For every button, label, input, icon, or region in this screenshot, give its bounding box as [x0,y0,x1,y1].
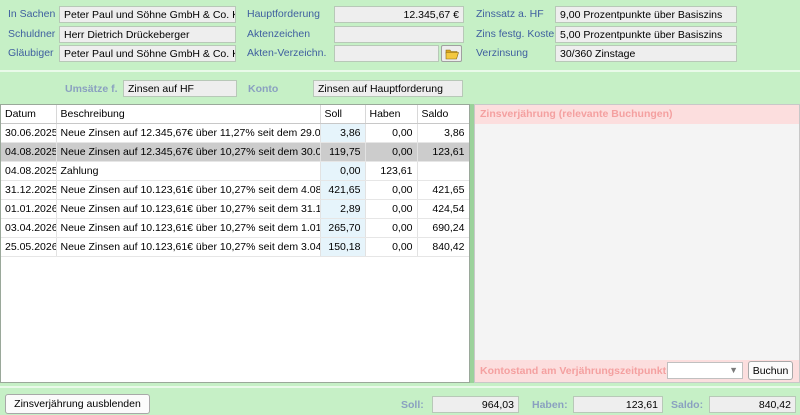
zins-kosten-field[interactable]: 5,00 Prozentpunkte über Basiszins [555,26,737,43]
cell-soll: 0,00 [320,161,366,181]
table-row[interactable]: 03.04.2026 Neue Zinsen auf 10.123,61€ üb… [1,218,469,238]
cell-soll: 119,75 [320,142,366,162]
verjaehrung-footer: Kontostand am Verjährungszeitpunkt: ▼ Bu… [475,360,799,382]
zins-kosten-label: Zins festg. Kosten [476,28,561,40]
umsaetze-field[interactable]: Zinsen auf HF [123,80,237,97]
cell-beschreibung: Neue Zinsen auf 12.345,67€ über 11,27% s… [56,123,321,143]
column-header-saldo[interactable]: Saldo [417,105,469,124]
cell-saldo: 123,61 [417,142,469,162]
in-sachen-field[interactable]: Peter Paul und Söhne GmbH & Co. KG ./. [59,6,236,23]
bookings-table[interactable]: Datum Beschreibung Soll Haben Saldo 30.0… [0,104,470,383]
toggle-verjaehrung-button[interactable]: Zinsverjährung ausblenden [5,394,150,414]
schuldner-label: Schuldner [8,28,56,40]
buchung-button[interactable]: Buchun [748,361,793,380]
soll-total-field: 964,03 [432,396,519,413]
table-row[interactable]: 01.01.2026 Neue Zinsen auf 10.123,61€ üb… [1,199,469,219]
cell-beschreibung: Zahlung [56,161,321,181]
verzinsung-label: Verzinsung [476,47,528,59]
cell-saldo: 840,42 [417,237,469,257]
table-row[interactable]: 25.05.2026 Neue Zinsen auf 10.123,61€ üb… [1,237,469,257]
cell-beschreibung: Neue Zinsen auf 10.123,61€ über 10,27% s… [56,218,321,238]
cell-haben: 0,00 [365,237,418,257]
cell-haben: 0,00 [365,199,418,219]
hauptforderung-field[interactable]: 12.345,67 € [334,6,464,23]
cell-haben: 0,00 [365,142,418,162]
in-sachen-label: In Sachen [8,8,56,20]
column-header-haben[interactable]: Haben [365,105,418,124]
cell-datum: 31.12.2025 [1,180,57,200]
konto-label: Konto [248,83,279,95]
glaeubiger-label: Gläubiger [8,47,54,59]
haben-total-field: 123,61 [573,396,663,413]
cell-soll: 3,86 [320,123,366,143]
cell-haben: 0,00 [365,123,418,143]
cell-datum: 04.08.2025 [1,161,57,181]
aktenzeichen-field[interactable] [334,26,464,43]
cell-soll: 421,65 [320,180,366,200]
table-row[interactable]: 04.08.2025 Zahlung 0,00 123,61 [1,161,469,181]
kontostand-label: Kontostand am Verjährungszeitpunkt: [480,365,670,377]
cell-datum: 25.05.2026 [1,237,57,257]
verjaehrung-panel: Zinsverjährung (relevante Buchungen) Kon… [474,104,800,383]
totals-bar: Zinsverjährung ausblenden Soll: 964,03 H… [0,386,800,415]
cell-saldo: 421,65 [417,180,469,200]
akten-verzeichnis-field[interactable] [334,45,439,62]
column-header-datum[interactable]: Datum [1,105,57,124]
verzinsung-field[interactable]: 30/360 Zinstage [555,45,737,62]
schuldner-field[interactable]: Herr Dietrich Drückeberger [59,26,236,43]
table-row-selected[interactable]: 04.08.2025 Neue Zinsen auf 12.345,67€ üb… [1,142,469,162]
cell-datum: 01.01.2026 [1,199,57,219]
header-separator [0,70,800,72]
umsaetze-label: Umsätze f. [65,83,118,95]
zinssatz-field[interactable]: 9,00 Prozentpunkte über Basiszins [555,6,737,23]
table-row[interactable]: 30.06.2025 Neue Zinsen auf 12.345,67€ üb… [1,123,469,143]
cell-beschreibung: Neue Zinsen auf 10.123,61€ über 10,27% s… [56,180,321,200]
cell-beschreibung: Neue Zinsen auf 10.123,61€ über 10,27% s… [56,237,321,257]
cell-soll: 150,18 [320,237,366,257]
cell-datum: 03.04.2026 [1,218,57,238]
cell-saldo: 3,86 [417,123,469,143]
cell-datum: 04.08.2025 [1,142,57,162]
table-row[interactable]: 31.12.2025 Neue Zinsen auf 10.123,61€ üb… [1,180,469,200]
chevron-down-icon: ▼ [729,365,738,375]
cell-haben: 0,00 [365,218,418,238]
akten-verzeichnis-label: Akten-Verzeichn. [247,47,327,59]
cell-saldo: 690,24 [417,218,469,238]
cell-beschreibung: Neue Zinsen auf 12.345,67€ über 10,27% s… [56,142,321,162]
cell-datum: 30.06.2025 [1,123,57,143]
saldo-total-field: 840,42 [709,396,796,413]
zinssatz-label: Zinssatz a. HF [476,8,544,20]
cell-soll: 265,70 [320,218,366,238]
aktenzeichen-label: Aktenzeichen [247,28,311,40]
browse-folder-button[interactable] [441,45,462,62]
hauptforderung-label: Hauptforderung [247,8,320,20]
soll-total-label: Soll: [401,399,424,411]
cell-haben: 0,00 [365,180,418,200]
cell-soll: 2,89 [320,199,366,219]
konto-field[interactable]: Zinsen auf Hauptforderung [313,80,463,97]
haben-total-label: Haben: [532,399,568,411]
cell-saldo: 424,54 [417,199,469,219]
verjaehrung-title: Zinsverjährung (relevante Buchungen) [475,105,799,124]
cell-haben: 123,61 [365,161,418,181]
column-header-soll[interactable]: Soll [320,105,366,124]
cell-beschreibung: Neue Zinsen auf 10.123,61€ über 10,27% s… [56,199,321,219]
table-header-row: Datum Beschreibung Soll Haben Saldo [1,105,469,124]
folder-open-icon [445,49,459,59]
glaeubiger-field[interactable]: Peter Paul und Söhne GmbH & Co. KG [59,45,236,62]
cell-saldo [417,161,469,181]
column-header-beschreibung[interactable]: Beschreibung [56,105,321,124]
saldo-total-label: Saldo: [671,399,704,411]
kontostand-combo[interactable]: ▼ [667,362,743,379]
